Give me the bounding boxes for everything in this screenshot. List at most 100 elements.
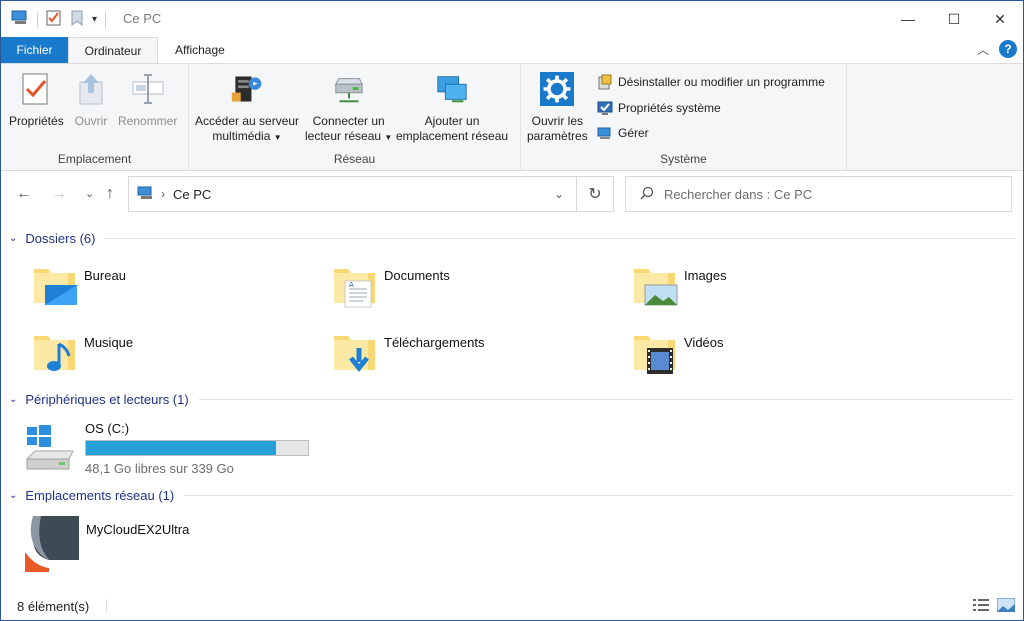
properties-quick-icon[interactable] xyxy=(46,10,62,29)
toolbar-separator xyxy=(37,11,38,28)
tab-view[interactable]: Affichage xyxy=(163,37,237,63)
section-divider xyxy=(198,399,1014,400)
new-folder-quick-icon[interactable] xyxy=(70,10,84,29)
chevron-down-icon: ⌄ xyxy=(9,233,18,244)
view-switcher xyxy=(973,597,1016,615)
open-settings-button[interactable]: Ouvrir les paramètres xyxy=(527,70,588,144)
documents-folder-icon: A xyxy=(334,269,375,308)
details-view-icon[interactable] xyxy=(973,598,989,615)
manage-label: Gérer xyxy=(618,126,649,140)
network-section-title: Emplacements réseau (1) xyxy=(25,488,175,503)
system-properties-icon xyxy=(597,101,613,115)
open-settings-label: Ouvrir les xyxy=(531,114,584,128)
rename-button[interactable]: Renommer xyxy=(118,70,177,129)
folder-name: Documents xyxy=(384,268,450,283)
uninstall-icon xyxy=(598,74,612,90)
folders-section-title: Dossiers (6) xyxy=(25,231,96,246)
minimize-button[interactable]: — xyxy=(885,1,931,37)
folders-section-header[interactable]: ⌄ Dossiers (6) xyxy=(9,231,1014,246)
map-drive-label: Connecter un xyxy=(312,114,385,128)
drive-name: OS (C:) xyxy=(85,421,130,436)
network-section-header[interactable]: ⌄ Emplacements réseau (1) xyxy=(9,488,1014,503)
window-title: Ce PC xyxy=(123,11,162,26)
map-network-drive-button[interactable]: Connecter un lecteur réseau ▼ xyxy=(305,70,392,145)
folder-item-images[interactable]: Images xyxy=(631,261,727,309)
search-box[interactable]: Rechercher dans : Ce PC xyxy=(625,176,1012,212)
tab-computer[interactable]: Ordinateur xyxy=(68,37,158,64)
folder-item-documents[interactable]: A Documents xyxy=(331,261,450,309)
forward-arrow-icon[interactable]: → xyxy=(51,185,67,203)
search-input[interactable]: Rechercher dans : Ce PC xyxy=(664,187,812,202)
open-label: Ouvrir xyxy=(74,114,108,128)
address-dropdown-icon[interactable]: ⌄ xyxy=(554,187,564,201)
computer-icon xyxy=(137,186,155,203)
customize-toolbar-icon[interactable]: ▾ xyxy=(92,14,97,25)
quick-access-toolbar: ▾ xyxy=(11,10,107,29)
chevron-down-icon: ⌄ xyxy=(9,394,18,405)
window-controls: — ☐ ✕ xyxy=(885,1,1023,37)
properties-button[interactable]: Propriétés xyxy=(9,70,64,129)
close-button[interactable]: ✕ xyxy=(977,1,1023,37)
refresh-icon[interactable]: ↻ xyxy=(577,176,614,212)
folder-name: Vidéos xyxy=(684,335,724,350)
folder-item-bureau[interactable]: Bureau xyxy=(31,261,126,309)
map-drive-label-2: lecteur réseau ▼ xyxy=(305,129,393,143)
network-group: Accéder au serveur multimédia ▼ Connecte… xyxy=(189,64,521,171)
add-location-label: Ajouter un xyxy=(424,114,480,128)
open-button[interactable]: Ouvrir xyxy=(74,70,108,129)
dropdown-arrow-icon: ▼ xyxy=(273,133,282,142)
manage-button[interactable]: Gérer xyxy=(597,125,649,141)
network-location-name: MyCloudEX2Ultra xyxy=(86,522,190,537)
drive-free-space: 48,1 Go libres sur 339 Go xyxy=(85,461,234,476)
up-arrow-icon[interactable]: ↑ xyxy=(106,185,114,203)
system-properties-button[interactable]: Propriétés système xyxy=(597,100,721,116)
network-item-mycloud[interactable]: MyCloudEX2Ultra xyxy=(23,514,189,572)
toolbar-separator xyxy=(105,11,107,28)
media-server-icon xyxy=(230,70,264,108)
collapse-ribbon-icon[interactable]: ︿ xyxy=(977,41,989,58)
pictures-folder-icon xyxy=(634,269,678,306)
folder-name: Téléchargements xyxy=(384,335,485,350)
address-path[interactable]: Ce PC xyxy=(173,187,211,202)
system-group-label: Système xyxy=(660,152,707,166)
uninstall-program-button[interactable]: Désinstaller ou modifier un programme xyxy=(597,74,825,90)
help-icon[interactable]: ? xyxy=(999,40,1017,58)
windows-drive-icon xyxy=(25,425,74,470)
uninstall-label: Désinstaller ou modifier un programme xyxy=(618,75,825,89)
recent-locations-chevron-icon[interactable]: ⌄ xyxy=(85,187,94,200)
search-icon xyxy=(640,186,654,203)
folder-item-musique[interactable]: Musique xyxy=(31,328,133,376)
media-server-label-2: multimédia ▼ xyxy=(212,129,282,143)
back-arrow-icon[interactable]: ← xyxy=(16,185,32,203)
ribbon-right-controls: ︿ ? xyxy=(977,40,1017,58)
computer-icon[interactable] xyxy=(11,10,29,29)
address-bar[interactable]: › Ce PC ⌄ xyxy=(128,176,577,212)
media-server-label: Accéder au serveur xyxy=(195,114,300,128)
title-bar: ▾ Ce PC — ☐ ✕ xyxy=(1,1,1023,37)
add-location-label-2: emplacement réseau xyxy=(396,129,509,143)
maximize-button[interactable]: ☐ xyxy=(931,1,977,37)
ribbon: Propriétés Ouvrir Renommer Emplacement A… xyxy=(1,63,1023,171)
network-storage-icon xyxy=(25,516,79,572)
gear-icon xyxy=(540,70,575,108)
drive-usage-fill xyxy=(86,441,277,455)
downloads-folder-icon xyxy=(334,336,375,373)
tab-file[interactable]: Fichier xyxy=(1,37,68,63)
large-icons-view-icon[interactable] xyxy=(996,597,1016,615)
folder-item-telechargements[interactable]: Téléchargements xyxy=(331,328,484,376)
devices-section-header[interactable]: ⌄ Périphériques et lecteurs (1) xyxy=(9,392,1014,407)
media-server-button[interactable]: Accéder au serveur multimédia ▼ xyxy=(195,70,299,145)
section-divider xyxy=(184,495,1014,496)
network-group-label: Réseau xyxy=(333,152,376,166)
rename-icon xyxy=(131,70,165,108)
properties-icon xyxy=(19,70,53,108)
drive-item-os-c[interactable]: OS (C:) 48,1 Go libres sur 339 Go xyxy=(23,421,309,476)
drive-details: OS (C:) 48,1 Go libres sur 339 Go xyxy=(85,421,309,476)
explorer-window: ▾ Ce PC — ☐ ✕ Fichier Ordinateur Afficha… xyxy=(0,0,1024,621)
content-area: ⌄ Dossiers (6) Bureau A Documents Images… xyxy=(1,217,1023,592)
svg-text:A: A xyxy=(349,281,354,289)
breadcrumb-chevron-icon[interactable]: › xyxy=(161,187,165,201)
folder-item-videos[interactable]: Vidéos xyxy=(631,328,724,376)
add-network-location-button[interactable]: Ajouter un emplacement réseau xyxy=(396,70,508,144)
system-properties-label: Propriétés système xyxy=(618,101,721,115)
